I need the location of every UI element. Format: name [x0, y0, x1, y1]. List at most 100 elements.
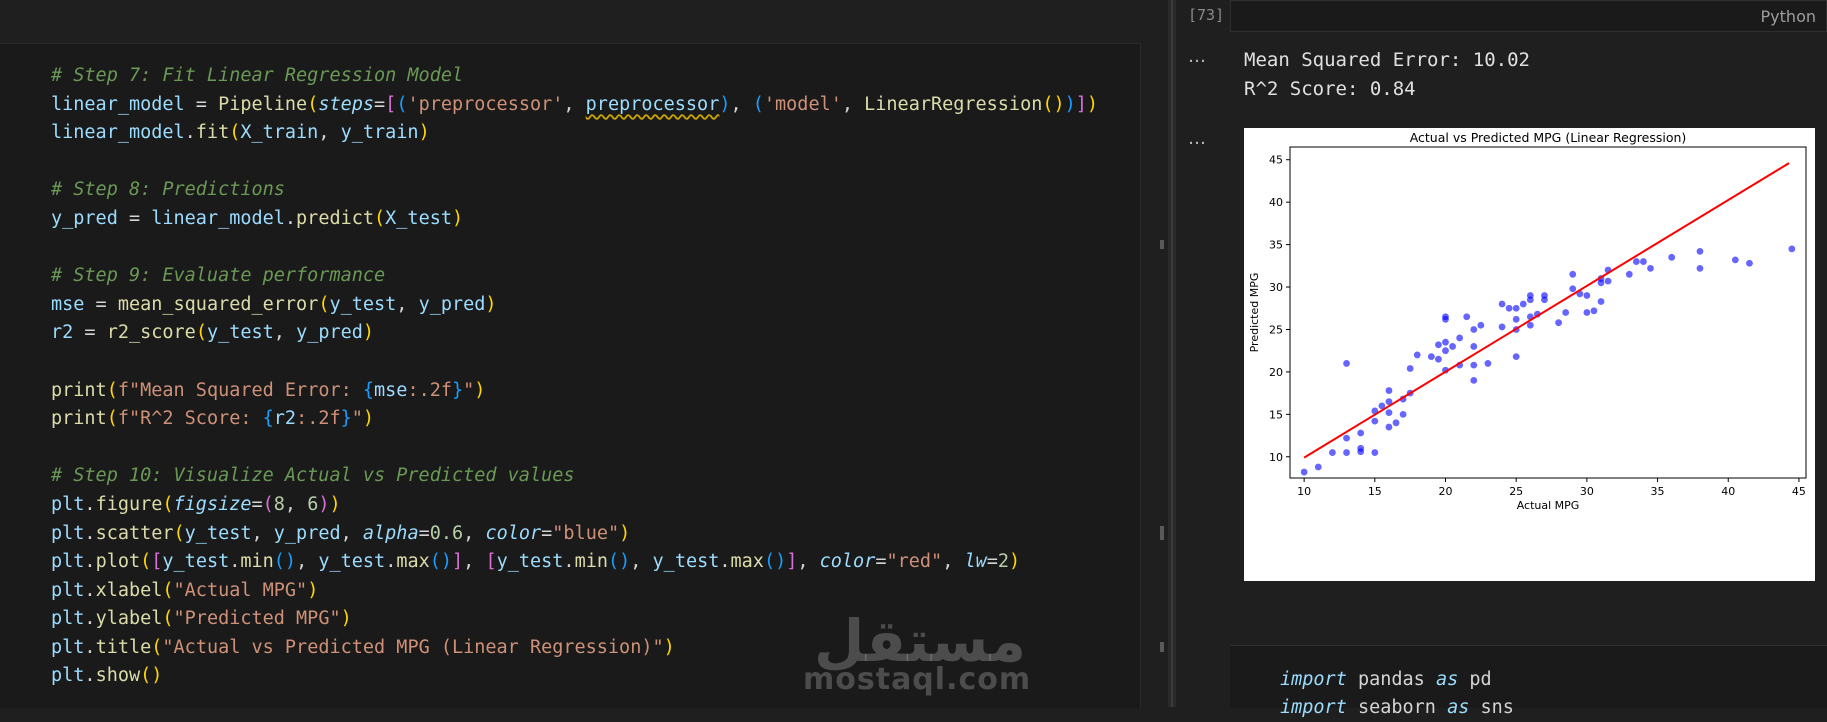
code-token: ,: [284, 493, 308, 515]
code-token: ,: [463, 551, 486, 573]
code-token: mse: [374, 379, 408, 401]
scatter-point: [1456, 334, 1464, 342]
code-token: # Step 9: Evaluate performance: [51, 265, 386, 287]
code-token: max: [396, 551, 430, 573]
code-token: y_test: [496, 551, 564, 573]
plot-area: [1289, 146, 1807, 479]
code-token: pd: [1458, 669, 1492, 690]
code-token: ): [307, 579, 319, 601]
code-token: ,: [396, 293, 419, 315]
code-token: ): [329, 493, 341, 515]
scatter-point: [1399, 410, 1407, 418]
code-line: linear_model = Pipeline(steps=[('preproc…: [51, 91, 1098, 120]
y-tick-label: 10: [1269, 451, 1283, 464]
scatter-point: [1406, 365, 1414, 372]
text-output: Mean Squared Error: 10.02 R^2 Score: 0.8…: [1244, 46, 1530, 104]
code-token: ): [1009, 551, 1021, 573]
code-token: =: [541, 522, 553, 544]
scatter-point: [1463, 313, 1471, 321]
y-tick-label: 45: [1269, 154, 1283, 167]
code-token: (): [1042, 93, 1065, 115]
scatter-point: [1583, 292, 1591, 299]
scrollbar-marker: [1160, 642, 1164, 652]
code-token: linear_model: [51, 93, 185, 115]
code-token: y_train: [340, 122, 419, 144]
code-token: =: [251, 493, 263, 515]
code-token: plt: [51, 636, 85, 658]
code-token: LinearRegression: [864, 93, 1043, 115]
code-token: ,: [318, 122, 341, 144]
scatter-point: [1329, 449, 1336, 456]
notebook-right-pane: [73] Python … Mean Squared Error: 10.02 …: [1176, 0, 1827, 718]
code-token: plot: [95, 551, 141, 573]
scatter-point: [1371, 417, 1379, 425]
code-token: sns: [1469, 697, 1514, 718]
code-token: =: [986, 551, 998, 573]
code-token: (: [374, 207, 386, 229]
code-token: r2: [51, 322, 74, 344]
code-token: X_test: [385, 207, 452, 229]
code-token: figure: [95, 493, 163, 515]
code-token: ": [351, 408, 363, 430]
code-line: r2 = r2_score(y_test, y_pred): [51, 319, 1098, 348]
code-token: ,: [340, 522, 363, 544]
code-token: (): [607, 551, 631, 573]
x-tick-label: 10: [1297, 485, 1311, 498]
code-token: (: [229, 122, 241, 144]
code-line: # Step 9: Evaluate performance: [51, 262, 1098, 291]
language-selector[interactable]: Python: [1761, 7, 1816, 26]
code-token: .: [184, 122, 196, 144]
code-line: print(f"Mean Squared Error: {mse:.2f}"): [51, 377, 1098, 406]
scatter-point: [1625, 270, 1633, 278]
code-token: "Actual vs Predicted MPG (Linear Regress…: [162, 636, 664, 658]
x-tick-label: 40: [1721, 485, 1735, 498]
code-token: .: [84, 493, 96, 515]
y-tick-label: 40: [1269, 196, 1283, 209]
code-token: ]: [1075, 93, 1087, 115]
x-tick-label: 15: [1368, 485, 1382, 498]
code-token: ,: [296, 551, 319, 573]
code-line: # Step 7: Fit Linear Regression Model: [51, 62, 1098, 91]
code-token: .: [84, 665, 96, 687]
code-token: (): [763, 551, 787, 573]
scatter-point: [1498, 300, 1506, 308]
code-token: =: [374, 93, 386, 115]
code-token: (): [429, 551, 453, 573]
scatter-point: [1470, 361, 1478, 369]
more-actions-icon[interactable]: …: [1188, 46, 1207, 67]
scatter-point: [1385, 387, 1393, 394]
code-token: y_pred: [418, 293, 486, 315]
code-token: r2_score: [106, 322, 196, 344]
code-token: ): [340, 608, 352, 630]
code-token: steps: [318, 93, 375, 115]
x-tick-label: 25: [1509, 485, 1523, 498]
code-token: 6: [307, 493, 319, 515]
code-token: # Step 8: Predictions: [51, 179, 285, 201]
scatter-point: [1696, 247, 1704, 255]
code-token: lw: [964, 551, 987, 573]
next-code-cell[interactable]: import pandas as pd import seaborn as sns: [1230, 645, 1827, 718]
code-token: (: [162, 493, 174, 515]
code-token: min: [574, 551, 608, 573]
code-token: y_pred: [296, 322, 363, 344]
code-token: ]: [786, 551, 798, 573]
code-token: (: [752, 93, 764, 115]
code-token: {: [362, 379, 375, 401]
code-line: plt.xlabel("Actual MPG"): [51, 577, 1098, 606]
scatter-point: [1731, 256, 1739, 264]
scatter-point: [1632, 258, 1640, 265]
y-axis-label: Predicted MPG: [1248, 273, 1261, 353]
scatter-point: [1583, 309, 1591, 316]
code-token: :.2f: [296, 408, 341, 430]
scatter-point: [1477, 321, 1485, 329]
scatter-point: [1470, 326, 1478, 333]
more-actions-icon[interactable]: …: [1188, 128, 1207, 149]
output-line-mse: Mean Squared Error: 10.02: [1244, 49, 1530, 71]
code-token: fit: [195, 122, 230, 144]
code-token: linear_model: [51, 122, 185, 144]
code-token: ,: [730, 93, 753, 115]
code-token: (: [140, 551, 152, 573]
code-line: import pandas as pd: [1280, 666, 1514, 694]
code-token: .: [385, 551, 397, 573]
